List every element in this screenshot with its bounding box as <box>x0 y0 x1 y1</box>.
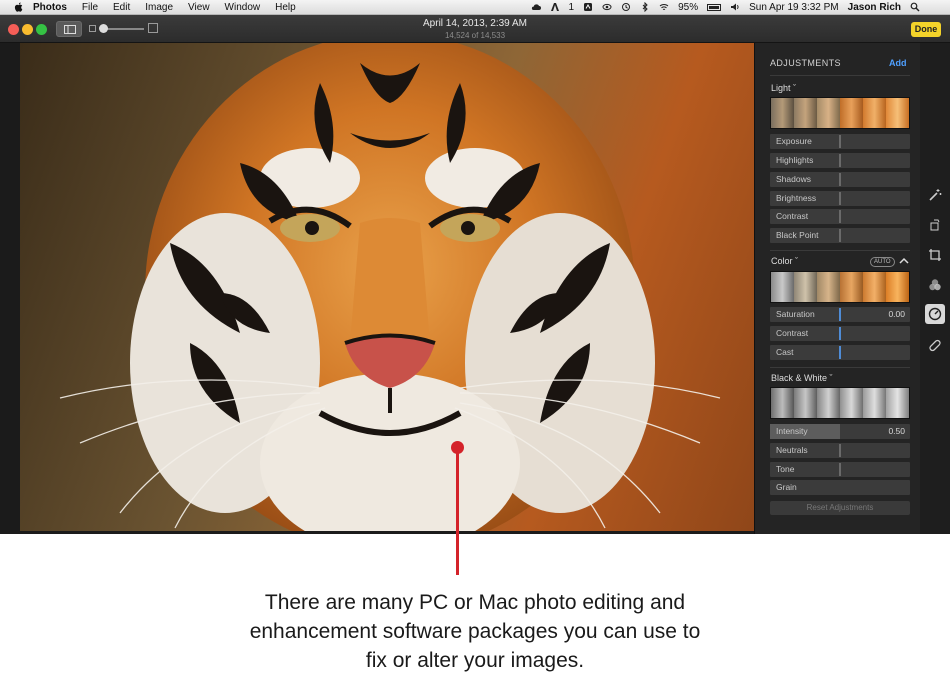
photo-canvas[interactable] <box>20 43 754 531</box>
wifi-icon[interactable] <box>659 2 669 12</box>
divider <box>770 367 910 368</box>
photos-window: April 14, 2013, 2:39 AM 14,524 of 14,533… <box>0 15 950 534</box>
menu-bar: Photos File Edit Image View Window Help … <box>0 0 950 15</box>
eye-icon[interactable] <box>602 2 612 12</box>
highlights-slider[interactable]: Highlights <box>770 153 910 168</box>
user-name[interactable]: Jason Rich <box>848 2 901 13</box>
retouch-icon[interactable] <box>925 335 945 355</box>
magic-wand-icon[interactable] <box>925 185 945 205</box>
volume-icon[interactable] <box>730 2 740 12</box>
shadows-slider[interactable]: Shadows <box>770 172 910 187</box>
rotate-icon[interactable] <box>925 215 945 235</box>
menubar-clock[interactable]: Sun Apr 19 3:32 PM <box>749 2 839 13</box>
color-thumbnail-strip[interactable] <box>770 271 910 303</box>
filters-icon[interactable] <box>925 275 945 295</box>
menu-edit[interactable]: Edit <box>113 2 130 13</box>
caption-line: enhancement software packages you can us… <box>249 620 701 643</box>
chevron-down-icon: ˇ <box>793 83 797 93</box>
battery-percent[interactable]: 95% <box>678 2 698 13</box>
menu-file[interactable]: File <box>82 2 98 13</box>
menu-image[interactable]: Image <box>145 2 173 13</box>
menu-view[interactable]: View <box>188 2 210 13</box>
photo-date: April 14, 2013, 2:39 AM <box>423 18 527 29</box>
cast-slider[interactable]: Cast <box>770 345 910 360</box>
bw-thumbnail-strip[interactable] <box>770 387 910 419</box>
saturation-slider[interactable]: Saturation 0.00 <box>770 307 910 322</box>
app-menu-icon[interactable] <box>583 2 593 12</box>
brightness-slider[interactable]: Brightness <box>770 191 910 206</box>
grain-slider[interactable]: Grain <box>770 480 910 495</box>
callout-line <box>456 450 459 575</box>
color-section-toggle[interactable]: Color ˇ <box>771 256 798 266</box>
adjustments-panel: ADJUSTMENTS Add Light ˇ Exposure Highlig… <box>754 43 920 534</box>
chevron-down-icon: ˇ <box>795 256 799 266</box>
caption-line: There are many PC or Mac photo editing a… <box>264 591 686 614</box>
cloud-icon[interactable] <box>531 2 541 12</box>
battery-icon[interactable] <box>707 3 722 11</box>
intensity-slider[interactable]: Intensity 0.50 <box>770 424 910 439</box>
tiger-photo <box>59 43 721 531</box>
tone-slider[interactable]: Tone <box>770 462 910 477</box>
photo-count: 14,524 of 14,533 <box>444 31 506 40</box>
crop-icon[interactable] <box>925 245 945 265</box>
chevron-up-icon[interactable] <box>899 256 909 266</box>
adjust-icon[interactable] <box>925 304 945 324</box>
menu-window[interactable]: Window <box>225 2 261 13</box>
reset-adjustments-button[interactable]: Reset Adjustments <box>770 501 910 515</box>
light-thumbnail-strip[interactable] <box>770 97 910 129</box>
title-bar: April 14, 2013, 2:39 AM 14,524 of 14,533… <box>0 15 950 43</box>
status-area: 1 95% Sun Apr 19 3:32 PM Jason Rich <box>531 2 950 13</box>
bw-section-toggle[interactable]: Black & White ˇ <box>771 373 833 383</box>
menu-app-photos[interactable]: Photos <box>33 2 67 13</box>
done-button[interactable]: Done <box>911 22 941 37</box>
divider <box>770 250 910 251</box>
bluetooth-icon[interactable] <box>640 2 650 12</box>
neutrals-slider[interactable]: Neutrals <box>770 443 910 458</box>
sync-icon[interactable] <box>621 2 631 12</box>
divider <box>770 75 910 76</box>
black-point-slider[interactable]: Black Point <box>770 228 910 243</box>
spotlight-icon[interactable] <box>910 2 920 12</box>
notification-count: 1 <box>568 1 575 13</box>
menu-help[interactable]: Help <box>275 2 296 13</box>
exposure-slider[interactable]: Exposure <box>770 134 910 149</box>
chevron-down-icon: ˇ <box>829 373 833 383</box>
light-contrast-slider[interactable]: Contrast <box>770 209 910 224</box>
adjustments-title: ADJUSTMENTS <box>770 58 841 68</box>
light-section-toggle[interactable]: Light ˇ <box>771 83 796 93</box>
adobe-icon[interactable] <box>550 2 560 12</box>
apple-menu-icon[interactable] <box>13 1 25 13</box>
color-contrast-slider[interactable]: Contrast <box>770 326 910 341</box>
color-auto-button[interactable]: AUTO <box>870 257 895 267</box>
figure-caption: There are many PC or Mac photo editing a… <box>170 588 780 675</box>
add-adjustment-button[interactable]: Add <box>889 58 907 68</box>
caption-line: fix or alter your images. <box>365 649 585 672</box>
edit-tools-strip <box>920 43 950 534</box>
